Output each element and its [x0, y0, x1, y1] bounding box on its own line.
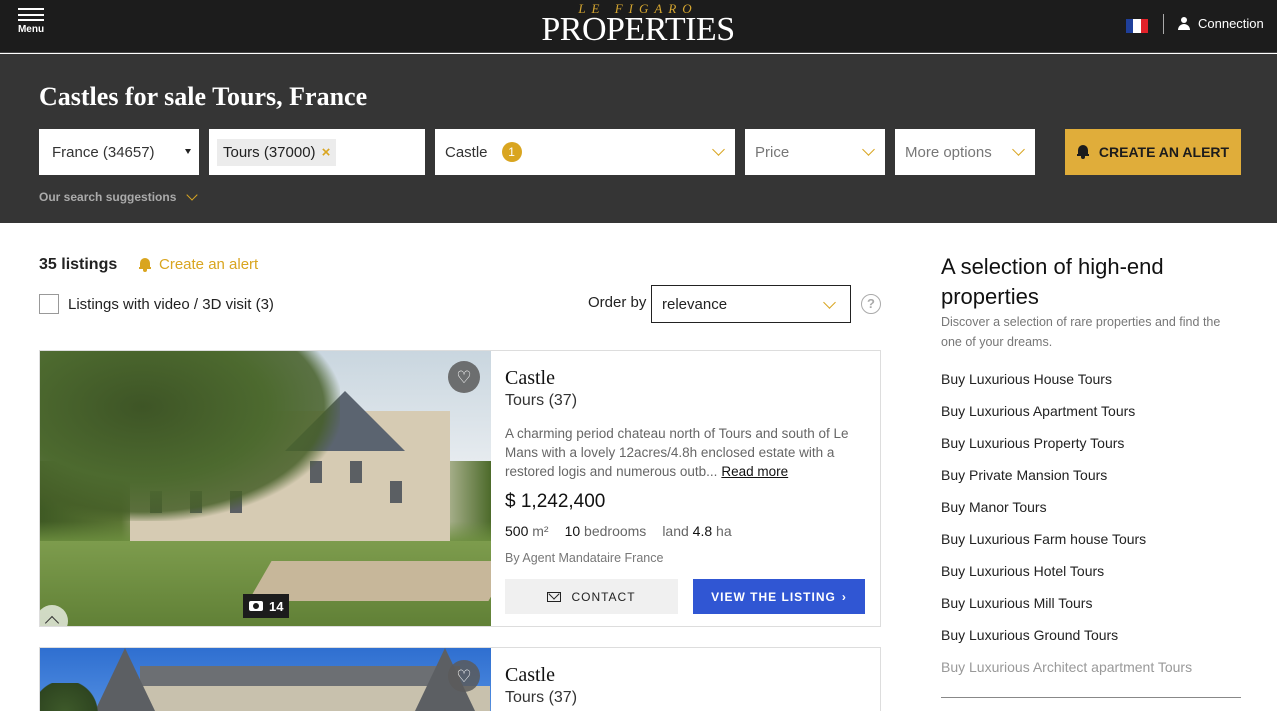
- sidebar-link[interactable]: Buy Private Mansion Tours: [941, 464, 1192, 496]
- sidebar-link[interactable]: Buy Manor Tours: [941, 496, 1192, 528]
- city-field[interactable]: Tours (37000) ×: [209, 129, 425, 175]
- area-unit: m²: [532, 523, 549, 539]
- video-filter-checkbox[interactable]: [39, 294, 59, 314]
- chevron-down-icon: [186, 189, 199, 201]
- heart-icon: ♡: [456, 666, 472, 686]
- help-icon[interactable]: ?: [861, 294, 881, 314]
- create-alert-link-label: Create an alert: [159, 256, 259, 273]
- bedrooms-fact: 10 bedrooms: [565, 523, 647, 539]
- listing-facts: 500 m² 10 bedrooms land 4.8 ha: [505, 523, 732, 539]
- chevron-right-icon: ›: [841, 589, 847, 604]
- sidebar-links: Buy Luxurious House Tours Buy Luxurious …: [941, 368, 1192, 688]
- sidebar-subtitle: Discover a selection of rare properties …: [941, 315, 1221, 349]
- hamburger-icon: [18, 8, 44, 21]
- search-panel: Castles for sale Tours, France France (3…: [0, 54, 1277, 223]
- menu-button[interactable]: Menu: [16, 8, 46, 38]
- order-by-value: relevance: [662, 295, 728, 313]
- bedrooms-value: 10: [564, 523, 581, 539]
- listing-agent: By Agent Mandataire France: [505, 551, 664, 565]
- sidebar-title: A selection of high-end properties: [941, 254, 1164, 309]
- listing-photo[interactable]: ♡ 14: [40, 351, 491, 626]
- chevron-down-icon: [712, 143, 725, 156]
- contact-label: CONTACT: [571, 589, 636, 604]
- remove-chip-icon[interactable]: ×: [322, 144, 331, 161]
- listing-description-text: A charming period chateau north of Tours…: [505, 426, 849, 479]
- city-chip: Tours (37000) ×: [217, 138, 337, 166]
- camera-icon: [249, 601, 263, 611]
- caret-down-icon: [185, 149, 191, 154]
- bedrooms-label: bedrooms: [584, 523, 647, 539]
- bell-icon: [1076, 145, 1089, 159]
- listing-title[interactable]: Castle: [505, 664, 555, 687]
- contact-button[interactable]: CONTACT: [505, 579, 678, 614]
- listing-count: 35 listings: [39, 256, 118, 273]
- create-alert-link[interactable]: Create an alert: [139, 256, 258, 273]
- land-unit: ha: [716, 523, 732, 539]
- listing-location: Tours (37): [505, 392, 578, 409]
- top-bar: Menu LE FIGARO PROPERTIES Connection: [0, 0, 1277, 53]
- order-by-label: Order by: [588, 294, 647, 311]
- header-divider: [1163, 14, 1164, 34]
- create-alert-button[interactable]: CREATE AN ALERT: [1065, 129, 1241, 175]
- land-fact: land 4.8 ha: [662, 523, 731, 539]
- more-options-placeholder: More options: [905, 143, 992, 161]
- sidebar-link[interactable]: Buy Luxurious Property Tours: [941, 432, 1192, 464]
- more-options-select[interactable]: More options: [895, 129, 1035, 175]
- land-value: 4.8: [692, 523, 713, 539]
- favorite-button[interactable]: ♡: [448, 361, 480, 393]
- connection-label: Connection: [1198, 16, 1264, 31]
- chevron-down-icon: [1012, 143, 1025, 156]
- read-more-link[interactable]: Read more: [721, 464, 788, 479]
- connection-link[interactable]: Connection: [1178, 16, 1264, 31]
- land-label: land: [662, 523, 689, 539]
- chevron-down-icon: [823, 296, 836, 309]
- sidebar-link[interactable]: Buy Luxurious Mill Tours: [941, 592, 1192, 624]
- chevron-down-icon: [862, 143, 875, 156]
- photo-count-badge: 14: [243, 594, 290, 618]
- video-filter-label: Listings with video / 3D visit (3): [68, 295, 274, 313]
- sidebar-link[interactable]: Buy Luxurious Architect apartment Tours: [941, 656, 1192, 688]
- property-type-value: Castle: [445, 143, 488, 161]
- heart-icon: ♡: [456, 367, 472, 387]
- listing-price: $ 1,242,400: [505, 491, 606, 512]
- site-logo[interactable]: LE FIGARO PROPERTIES: [540, 2, 736, 48]
- search-suggestions-toggle[interactable]: Our search suggestions: [39, 189, 199, 204]
- view-listing-button[interactable]: VIEW THE LISTING ›: [693, 579, 865, 614]
- order-by-select[interactable]: relevance: [651, 285, 851, 323]
- bell-icon: [139, 257, 151, 272]
- sidebar-divider: [941, 697, 1241, 698]
- price-placeholder: Price: [755, 143, 790, 161]
- search-suggestions-label: Our search suggestions: [39, 190, 177, 204]
- logo-big-text: PROPERTIES: [541, 11, 735, 48]
- video-filter[interactable]: Listings with video / 3D visit (3): [39, 294, 274, 314]
- listing-description: A charming period chateau north of Tours…: [505, 424, 867, 481]
- page-title: Castles for sale Tours, France: [39, 82, 368, 111]
- mail-icon: [547, 591, 562, 602]
- type-count-badge: 1: [501, 142, 522, 162]
- sidebar-link[interactable]: Buy Luxurious Farm house Tours: [941, 528, 1192, 560]
- favorite-button[interactable]: ♡: [448, 660, 480, 692]
- price-select[interactable]: Price: [745, 129, 885, 175]
- sidebar-link[interactable]: Buy Luxurious Hotel Tours: [941, 560, 1192, 592]
- listing-photo[interactable]: ♡: [40, 648, 491, 711]
- create-alert-label: CREATE AN ALERT: [1098, 144, 1230, 160]
- listing-title[interactable]: Castle: [505, 367, 555, 390]
- country-select[interactable]: France (34657): [39, 129, 199, 175]
- french-flag-icon[interactable]: [1126, 19, 1148, 33]
- area-value: 500: [505, 523, 529, 539]
- country-value: France (34657): [52, 143, 155, 161]
- sidebar-link[interactable]: Buy Luxurious Apartment Tours: [941, 400, 1192, 432]
- city-chip-label: Tours (37000): [223, 143, 316, 161]
- listing-location: Tours (37): [505, 689, 578, 706]
- sidebar-link[interactable]: Buy Luxurious House Tours: [941, 368, 1192, 400]
- listing-card[interactable]: ♡ Castle Tours (37): [39, 647, 881, 711]
- menu-label: Menu: [17, 24, 45, 35]
- photo-count: 14: [269, 598, 284, 614]
- area-fact: 500 m²: [505, 523, 549, 539]
- sidebar-link[interactable]: Buy Luxurious Ground Tours: [941, 624, 1192, 656]
- user-icon: [1178, 17, 1190, 30]
- property-type-select[interactable]: Castle 1: [435, 129, 735, 175]
- listing-card[interactable]: ♡ 14 Castle Tours (37) A charming period…: [39, 350, 881, 627]
- view-listing-label: VIEW THE LISTING: [711, 589, 836, 604]
